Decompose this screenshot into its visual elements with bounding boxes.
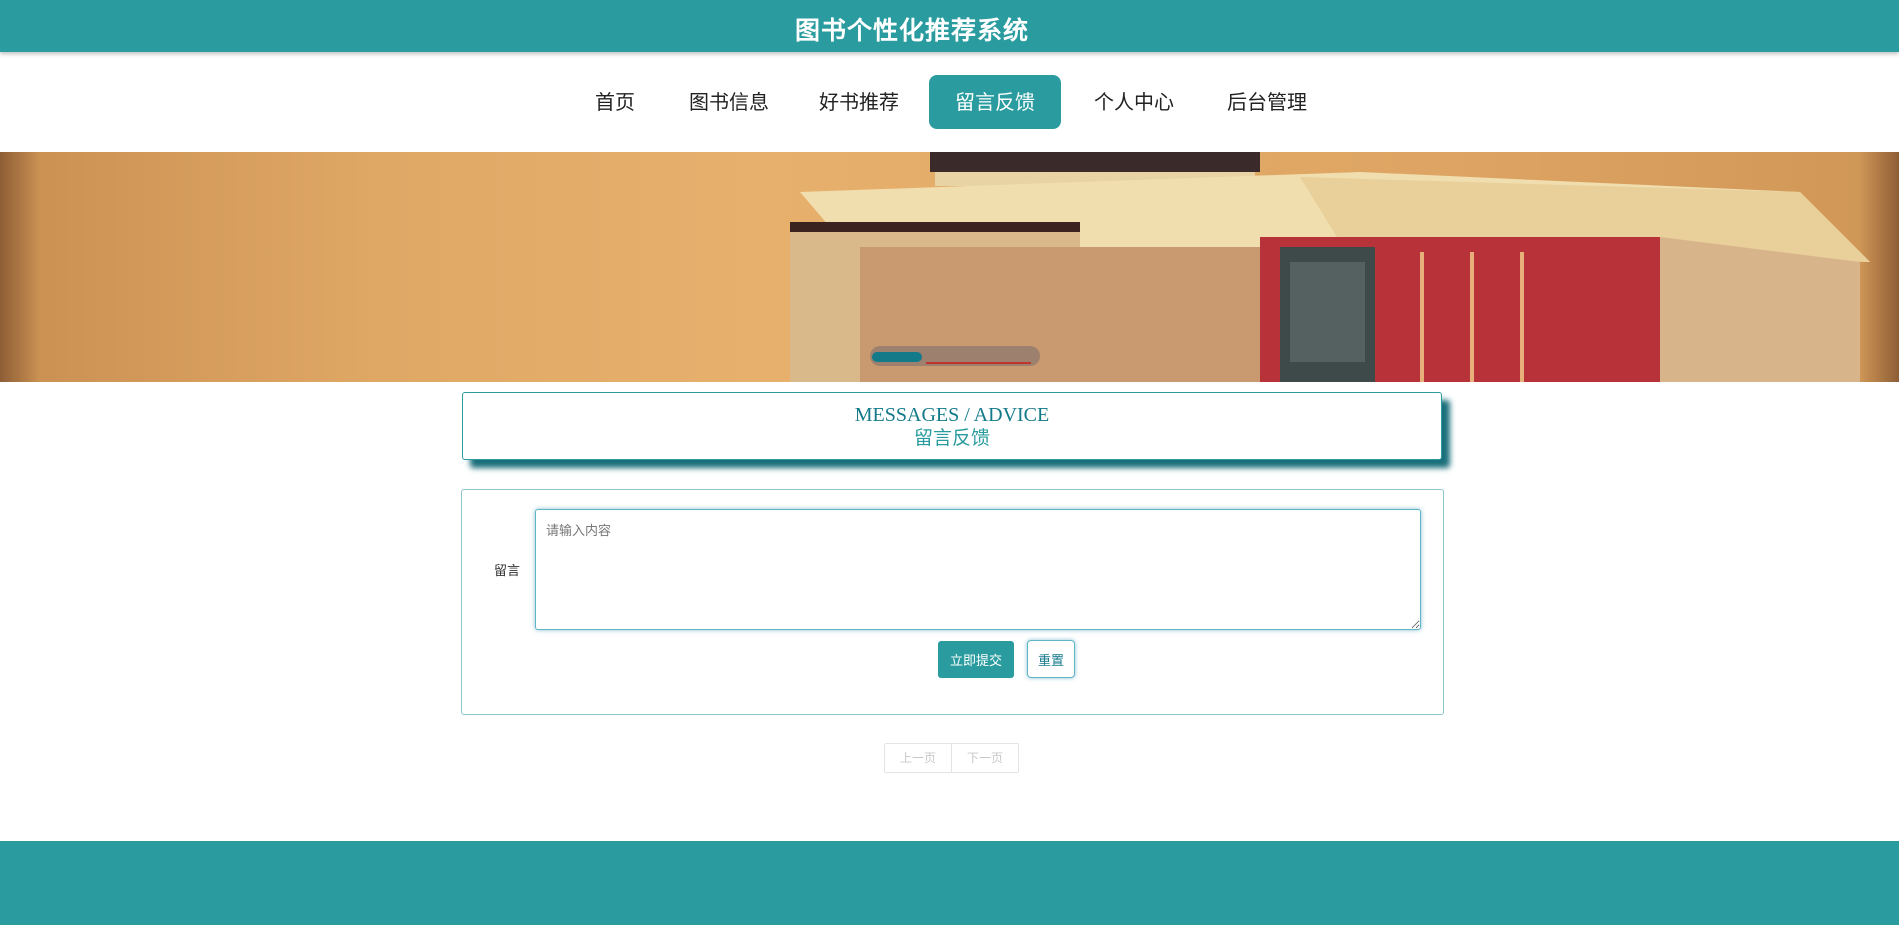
- section-title-cn: 留言反馈: [913, 427, 990, 449]
- prev-page-button[interactable]: 上一页: [885, 744, 951, 772]
- nav-item-home[interactable]: 首页: [582, 75, 648, 129]
- main-nav: 首页 图书信息 好书推荐 留言反馈 个人中心 后台管理: [0, 75, 1899, 129]
- message-label: 留言: [494, 564, 521, 579]
- site-title: 图书个性化推荐系统: [794, 16, 1029, 45]
- reset-button[interactable]: 重置: [1027, 640, 1075, 678]
- nav-item-admin[interactable]: 后台管理: [1218, 75, 1316, 129]
- nav-item-book-info[interactable]: 图书信息: [680, 75, 778, 129]
- submit-button[interactable]: 立即提交: [938, 641, 1014, 678]
- nav-item-recommend[interactable]: 好书推荐: [810, 75, 908, 129]
- carousel-indicator-active[interactable]: [872, 352, 922, 362]
- top-header-bar: 图书个性化推荐系统: [0, 0, 1899, 52]
- carousel-indicator-line: [926, 362, 1031, 364]
- section-heading: MESSAGES / ADVICE 留言反馈: [462, 392, 1442, 460]
- message-textarea[interactable]: [535, 509, 1421, 630]
- section-title-en: MESSAGES / ADVICE: [854, 404, 1050, 426]
- pagination: 上一页 下一页: [884, 743, 1019, 773]
- nav-item-feedback[interactable]: 留言反馈: [929, 75, 1061, 129]
- next-page-button[interactable]: 下一页: [951, 744, 1018, 772]
- footer-bar: [0, 841, 1899, 925]
- nav-item-personal-center[interactable]: 个人中心: [1085, 75, 1183, 129]
